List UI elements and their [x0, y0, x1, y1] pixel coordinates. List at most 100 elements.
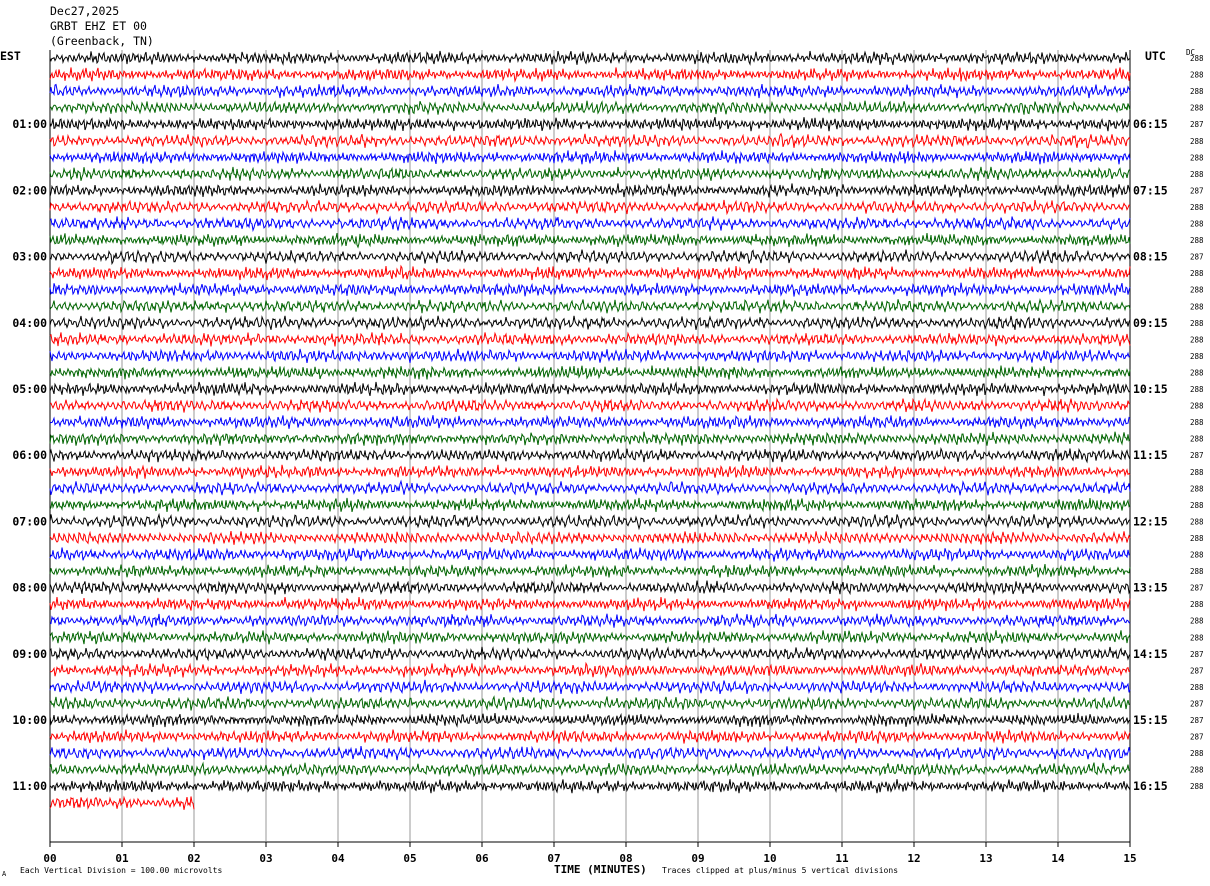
dc-offset-value: 288 [1190, 567, 1204, 576]
dc-offset-value: 288 [1190, 153, 1204, 162]
dc-offset-value: 288 [1190, 87, 1204, 96]
x-tick-label: 10 [763, 852, 776, 865]
dc-offset-value: 288 [1190, 137, 1204, 146]
seismic-trace [49, 264, 1131, 281]
dc-offset-value: 287 [1190, 120, 1204, 129]
dc-offset-value: 288 [1190, 269, 1204, 278]
seismic-trace [49, 661, 1131, 679]
dc-offset-value: 288 [1190, 71, 1204, 80]
station-location: (Greenback, TN) [50, 34, 154, 48]
dc-offset-value: 287 [1190, 733, 1204, 742]
x-axis-label: TIME (MINUTES) [554, 863, 647, 876]
seismic-trace [49, 315, 1131, 332]
x-tick-label: 06 [475, 852, 489, 865]
seismic-trace [49, 99, 1131, 116]
x-tick-label: 05 [403, 852, 416, 865]
right-hour-label: 15:15 [1133, 713, 1168, 727]
dc-offset-value: 287 [1190, 186, 1204, 195]
seismogram-plot: 00 01 02 03 04 05 06 07 08 09 10 11 12 13 14 15 01:0002… [12, 50, 1204, 865]
left-hour-label: 04:00 [12, 316, 47, 330]
right-hour-label: 14:15 [1133, 647, 1168, 661]
dc-offset-value: 288 [1190, 517, 1204, 526]
dc-offset-value: 288 [1190, 170, 1204, 179]
clip-note: Traces clipped at plus/minus 5 vertical … [662, 866, 899, 875]
seismic-trace [49, 116, 1131, 132]
dc-offset-value: 288 [1190, 501, 1204, 510]
right-hour-label: 09:15 [1133, 316, 1168, 330]
seismic-trace [49, 199, 1131, 216]
x-tick-label: 11 [835, 852, 849, 865]
seismic-trace [49, 132, 1131, 149]
x-tick-label: 15 [1123, 852, 1136, 865]
dc-offset-value: 288 [1190, 617, 1204, 626]
seismic-trace [49, 414, 1131, 430]
time-axis: 00 01 02 03 04 05 06 07 08 09 10 11 12 13 14 15 [43, 842, 1137, 865]
right-hour-label: 07:15 [1133, 183, 1168, 197]
dc-offset-value: 288 [1190, 782, 1204, 791]
left-hour-label: 01:00 [12, 117, 47, 131]
seismic-trace [49, 547, 1130, 563]
right-hour-label: 10:15 [1133, 382, 1168, 396]
left-hour-label: 02:00 [12, 183, 47, 197]
seismic-trace [49, 233, 1131, 249]
seismic-trace [49, 679, 1131, 695]
left-hour-label: 03:00 [12, 250, 47, 264]
left-hour-label: 05:00 [12, 382, 47, 396]
dc-offset-value: 288 [1190, 435, 1204, 444]
seismic-trace [49, 464, 1131, 480]
dc-offset-value: 288 [1190, 352, 1204, 361]
seismic-trace [49, 712, 1131, 728]
seismic-trace [49, 447, 1131, 464]
seismic-trace [49, 695, 1131, 711]
seismic-trace [49, 83, 1131, 99]
dc-offset-value: 288 [1190, 203, 1204, 212]
dc-offset-value: 288 [1190, 468, 1204, 477]
seismic-trace [49, 298, 1131, 315]
x-tick-label: 04 [331, 852, 345, 865]
dc-offset-value: 287 [1190, 584, 1204, 593]
right-hour-label: 12:15 [1133, 514, 1168, 528]
x-tick-label: 14 [1051, 852, 1065, 865]
dc-offset-value: 287 [1190, 451, 1204, 460]
station-code: GRBT EHZ ET 00 [50, 19, 147, 33]
x-tick-label: 13 [979, 852, 992, 865]
seismic-trace [49, 166, 1131, 181]
x-tick-label: 03 [259, 852, 272, 865]
dc-offset-value: 288 [1190, 484, 1204, 493]
dc-offset-value: 288 [1190, 302, 1204, 311]
x-tick-label: 12 [907, 852, 920, 865]
seismic-traces [49, 50, 1131, 810]
seismic-trace [49, 150, 1131, 165]
seismic-trace [49, 779, 1131, 794]
dc-offset-value: 288 [1190, 220, 1204, 229]
seismic-trace [49, 331, 1131, 347]
left-hour-label: 10:00 [12, 713, 47, 727]
left-hour-label: 08:00 [12, 581, 47, 595]
dc-offset-value: 288 [1190, 551, 1204, 560]
scale-note: Each Vertical Division = 100.00 microvol… [20, 866, 223, 875]
seismic-trace [49, 365, 1131, 380]
dc-offset-value: 288 [1190, 286, 1204, 295]
dc-offset-value: 288 [1190, 600, 1204, 609]
seismic-trace [49, 215, 1131, 233]
right-hour-label: 16:15 [1133, 779, 1168, 793]
right-hour-label: 08:15 [1133, 250, 1168, 264]
seismic-trace [49, 761, 1131, 778]
dc-offset-value: 288 [1190, 368, 1204, 377]
right-hour-label: 13:15 [1133, 581, 1168, 595]
dc-offset-value: 288 [1190, 683, 1204, 692]
seismic-trace [49, 497, 1131, 513]
seismic-trace [49, 431, 1131, 446]
right-hour-label: 06:15 [1133, 117, 1168, 131]
seismic-trace [49, 729, 1131, 744]
seismic-trace [49, 564, 1131, 579]
dc-offset-value: 288 [1190, 633, 1204, 642]
dc-offset-value: 288 [1190, 766, 1204, 775]
dc-offset-value: 287 [1190, 716, 1204, 725]
seismic-trace [49, 530, 1131, 546]
seismic-trace [49, 479, 1131, 496]
dc-offset-value: 287 [1190, 699, 1204, 708]
left-hour-label: 11:00 [12, 779, 47, 793]
x-tick-label: 01 [115, 852, 129, 865]
seismic-trace [49, 50, 1131, 66]
